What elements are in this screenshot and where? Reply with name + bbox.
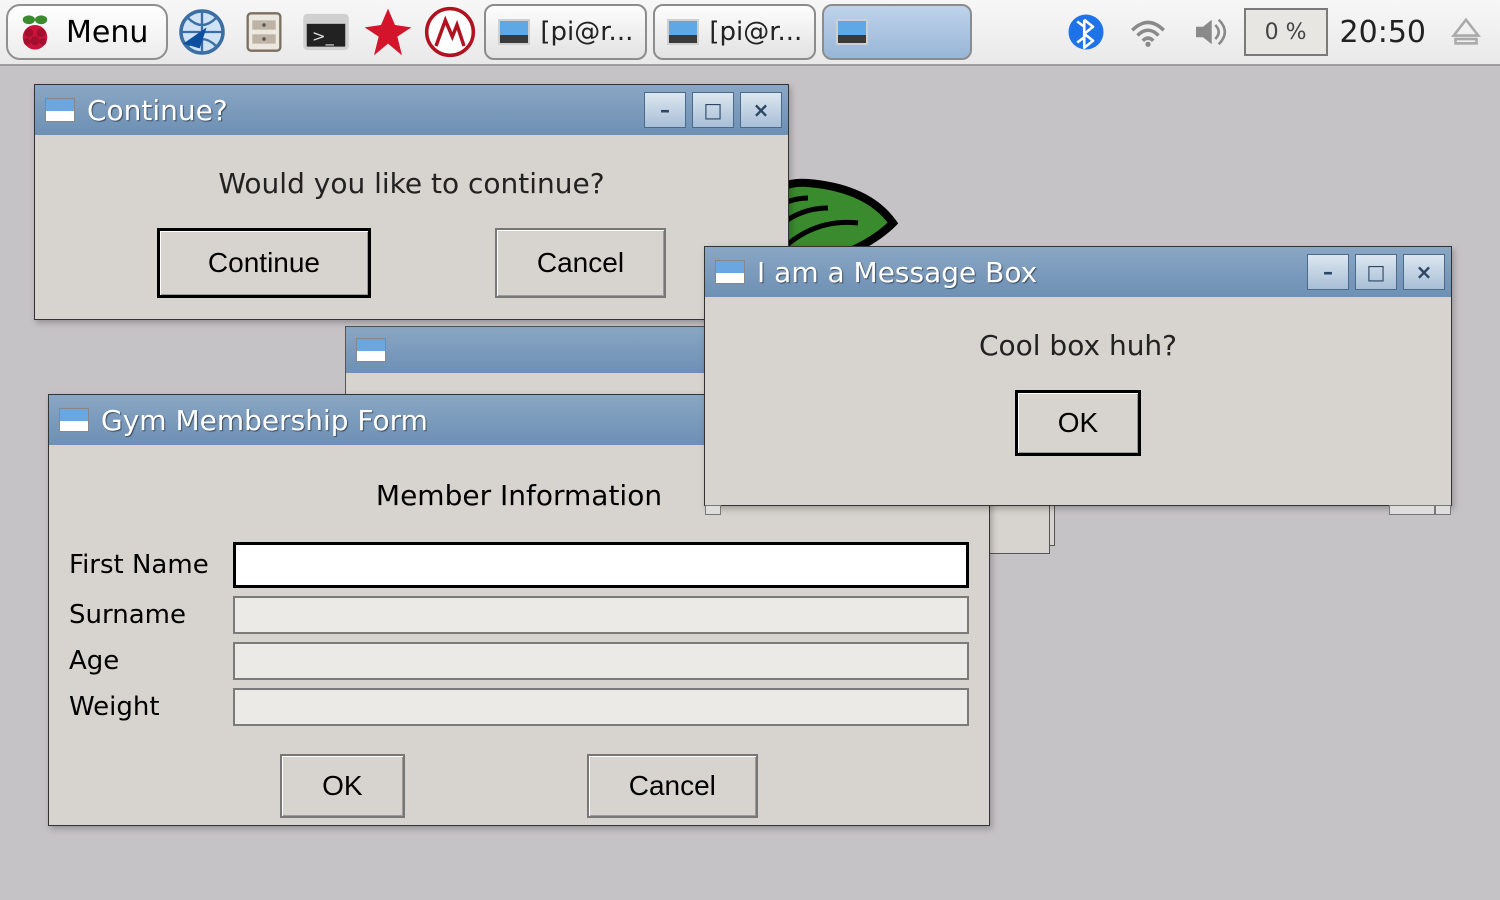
maximize-button[interactable]: □ bbox=[692, 92, 734, 128]
eject-icon[interactable] bbox=[1438, 4, 1494, 60]
mathematica-icon[interactable] bbox=[360, 4, 416, 60]
label-age: Age bbox=[69, 646, 219, 676]
wifi-icon[interactable] bbox=[1120, 4, 1176, 60]
continue-button[interactable]: Continue bbox=[157, 228, 371, 298]
clock[interactable]: 20:50 bbox=[1334, 15, 1432, 50]
titlebar[interactable]: I am a Message Box – □ × bbox=[705, 247, 1451, 297]
close-button[interactable]: × bbox=[740, 92, 782, 128]
menu-label: Menu bbox=[66, 15, 148, 50]
window-title: I am a Message Box bbox=[757, 256, 1295, 289]
window-thumb-icon bbox=[667, 19, 699, 45]
task-label: [pi@r... bbox=[540, 17, 633, 47]
taskbar: Menu >_ [pi@r... [pi@r... 0 % 20:5 bbox=[0, 0, 1500, 66]
input-weight[interactable] bbox=[233, 688, 969, 726]
window-app-icon bbox=[59, 408, 89, 432]
ok-button[interactable]: OK bbox=[280, 754, 404, 818]
ok-button[interactable]: OK bbox=[1015, 390, 1141, 456]
window-app-icon bbox=[45, 98, 75, 122]
minimize-button[interactable]: – bbox=[644, 92, 686, 128]
close-button[interactable]: × bbox=[1403, 254, 1445, 290]
dialog-message: Cool box huh? bbox=[705, 315, 1451, 390]
maximize-button[interactable]: □ bbox=[1355, 254, 1397, 290]
input-first-name[interactable] bbox=[233, 542, 969, 588]
window-thumb-icon bbox=[836, 19, 868, 45]
svg-text:>_: >_ bbox=[312, 26, 335, 46]
input-surname[interactable] bbox=[233, 596, 969, 634]
task-label: [pi@r... bbox=[709, 17, 802, 47]
window-continue: Continue? – □ × Would you like to contin… bbox=[34, 84, 789, 320]
taskbar-task-2[interactable]: [pi@r... bbox=[653, 4, 816, 60]
menu-button[interactable]: Menu bbox=[6, 4, 168, 60]
titlebar[interactable]: Continue? – □ × bbox=[35, 85, 788, 135]
cancel-button[interactable]: Cancel bbox=[587, 754, 758, 818]
window-title: Continue? bbox=[87, 94, 632, 127]
cpu-usage-indicator[interactable]: 0 % bbox=[1244, 8, 1328, 56]
window-app-icon bbox=[715, 260, 745, 284]
minimize-button[interactable]: – bbox=[1307, 254, 1349, 290]
raspberry-pi-icon bbox=[14, 11, 56, 53]
window-thumb-icon bbox=[498, 19, 530, 45]
label-surname: Surname bbox=[69, 600, 219, 630]
window-message-box: I am a Message Box – □ × Cool box huh? O… bbox=[704, 246, 1452, 506]
terminal-icon[interactable]: >_ bbox=[298, 4, 354, 60]
volume-icon[interactable] bbox=[1182, 4, 1238, 60]
label-first-name: First Name bbox=[69, 550, 219, 580]
cancel-button[interactable]: Cancel bbox=[495, 228, 666, 298]
wolfram-icon[interactable] bbox=[422, 4, 478, 60]
web-browser-icon[interactable] bbox=[174, 4, 230, 60]
file-manager-icon[interactable] bbox=[236, 4, 292, 60]
label-weight: Weight bbox=[69, 692, 219, 722]
taskbar-task-3[interactable] bbox=[822, 4, 972, 60]
input-age[interactable] bbox=[233, 642, 969, 680]
clock-label: 20:50 bbox=[1340, 15, 1426, 50]
cpu-label: 0 % bbox=[1265, 20, 1307, 45]
taskbar-task-1[interactable]: [pi@r... bbox=[484, 4, 647, 60]
bluetooth-icon[interactable] bbox=[1058, 4, 1114, 60]
dialog-message: Would you like to continue? bbox=[35, 153, 788, 228]
